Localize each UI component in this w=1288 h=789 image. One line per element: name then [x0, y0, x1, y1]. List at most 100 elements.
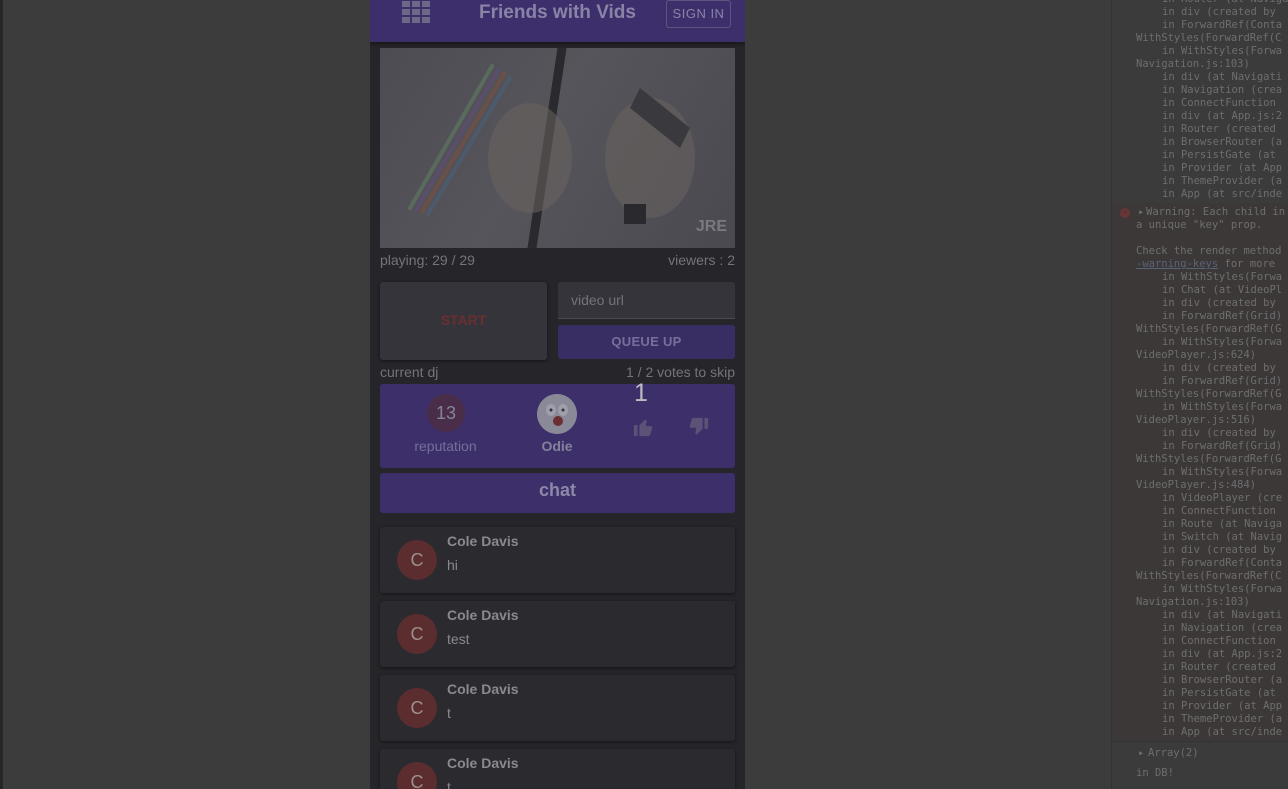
video-thumbnail: [408, 48, 695, 248]
console-stack-line: in BrowserRouter (a: [1162, 674, 1283, 686]
dj-avatar-image: [537, 394, 577, 434]
console-stack-line: in WithStyles(Forwa: [1162, 466, 1283, 478]
console-stack-line: in ThemeProvider (a: [1162, 713, 1283, 725]
console-stack-line: in ForwardRef(Grid): [1162, 440, 1283, 452]
video-url-input[interactable]: [558, 282, 735, 319]
reputation-label: reputation: [414, 438, 477, 454]
chat-message: C Cole Davis test: [380, 601, 735, 667]
console-stack-line: in App (at src/inde: [1162, 726, 1283, 738]
chat-header[interactable]: chat: [380, 473, 735, 513]
console-stack-line: in ThemeProvider (a: [1162, 175, 1283, 187]
chat-author: Cole Davis: [447, 533, 519, 549]
console-stack-line: in PersistGate (at: [1162, 687, 1276, 699]
chat-message: C Cole Davis t: [380, 749, 735, 789]
console-stack-line: in div (at Navigati: [1162, 609, 1283, 621]
chat-author: Cole Davis: [447, 607, 519, 623]
console-stack-line: in Route (at Naviga: [1162, 518, 1283, 530]
reputation-value: 13: [427, 394, 465, 432]
console-stack-line: in Provider (at App: [1162, 162, 1283, 174]
sign-in-button[interactable]: SIGN IN: [666, 0, 731, 28]
warning-text[interactable]: Warning: Each child in: [1146, 206, 1285, 218]
console-stack-line: in div (at App.js:2: [1162, 648, 1283, 660]
thumbs-up-icon[interactable]: [632, 417, 654, 442]
console-stack-line: WithStyles(ForwardRef(G: [1136, 323, 1282, 335]
console-stack-line: in VideoPlayer (cre: [1162, 492, 1283, 504]
votes-to-skip: 1 / 2 votes to skip: [626, 364, 735, 380]
console-divider: [1112, 741, 1288, 742]
warning-keys-rest: for more: [1218, 258, 1276, 270]
chat-text: test: [447, 631, 470, 647]
console-stack-line: in div (created by: [1162, 427, 1276, 439]
playing-count: playing: 29 / 29: [380, 252, 475, 268]
queue-up-button[interactable]: QUEUE UP: [558, 325, 735, 359]
thumbs-down-icon[interactable]: [688, 417, 710, 442]
console-stack-line: in Router (created: [1162, 661, 1276, 673]
console-stack-line: in BrowserRouter (a: [1162, 136, 1283, 148]
app-bar: Friends with Vids SIGN IN: [370, 0, 745, 42]
console-stack-line: WithStyles(ForwardRef(G: [1136, 453, 1282, 465]
console-stack-line: in Provider (at App: [1162, 700, 1283, 712]
console-stack-line: in WithStyles(Forwa: [1162, 401, 1283, 413]
console-stack-line: in ForwardRef(Grid): [1162, 310, 1283, 322]
console-stack-line: in PersistGate (at: [1162, 149, 1276, 161]
chat-message: C Cole Davis t: [380, 675, 735, 741]
chat-avatar: C: [397, 762, 437, 789]
start-button-label: START: [440, 312, 487, 328]
console-stack-line: in Navigation (crea: [1162, 84, 1283, 96]
current-dj-label: current dj: [380, 364, 439, 380]
dj-avatar: [537, 394, 577, 434]
devtools-console: in Router (at Navigatiin div (created by…: [1111, 0, 1288, 789]
dj-panel: 13 reputation Odie: [380, 384, 735, 468]
console-stack-line: in WithStyles(Forwa: [1162, 271, 1283, 283]
console-stack-line: WithStyles(ForwardRef(C: [1136, 32, 1282, 44]
video-watermark: JRE: [695, 218, 727, 235]
console-stack-line: WithStyles(ForwardRef(G: [1136, 388, 1282, 400]
console-stack-line: in ForwardRef(Conta: [1162, 557, 1283, 569]
video-player[interactable]: JRE: [380, 48, 735, 248]
chat-text: t: [447, 779, 451, 789]
console-stack-line: in Navigation (crea: [1162, 622, 1283, 634]
chat-avatar: C: [397, 540, 437, 580]
dj-name: Odie: [541, 438, 573, 454]
array-entry[interactable]: Array(2): [1148, 747, 1199, 759]
warning-keys-link[interactable]: -warning-keys: [1136, 258, 1218, 270]
console-stack-line: in ConnectFunction: [1162, 505, 1276, 517]
console-stack-line: in Switch (at Navig: [1162, 531, 1283, 543]
console-stack-line: in ForwardRef(Conta: [1162, 19, 1283, 31]
chat-avatar: C: [397, 688, 437, 728]
chat-text: t: [447, 705, 451, 721]
console-stack-line: in App (at src/inde: [1162, 188, 1283, 200]
warning-text: a unique "key" prop.: [1136, 219, 1263, 231]
chat-message: C Cole Davis hi: [380, 527, 735, 593]
console-stack-line: VideoPlayer.js:484): [1136, 479, 1257, 491]
console-stack-line: in div (created by: [1162, 6, 1276, 18]
console-stack-line: in Router (created: [1162, 123, 1276, 135]
console-stack-line: in div (created by: [1162, 362, 1276, 374]
console-stack-line: in ConnectFunction: [1162, 97, 1276, 109]
left-edge: [0, 0, 3, 789]
chat-author: Cole Davis: [447, 681, 519, 697]
warning-keys-line: -warning-keys for more: [1136, 258, 1275, 270]
chat-avatar: C: [397, 614, 437, 654]
console-stack-line: in div (at App.js:2: [1162, 110, 1283, 122]
console-stack-line: in div (created by: [1162, 544, 1276, 556]
chat-author: Cole Davis: [447, 755, 519, 771]
console-stack-line: in WithStyles(Forwa: [1162, 583, 1283, 595]
console-stack-line: WithStyles(ForwardRef(C: [1136, 570, 1282, 582]
left-pane: [0, 0, 370, 789]
start-button[interactable]: START: [380, 282, 547, 360]
console-stack-line: in ConnectFunction: [1162, 635, 1276, 647]
console-stack-line: in WithStyles(Forwa: [1162, 45, 1283, 57]
dj-avatar-dot: [553, 416, 563, 426]
console-stack-line: in WithStyles(Forwa: [1162, 336, 1283, 348]
viewer-count: viewers : 2: [668, 252, 735, 268]
console-stack-line: in div (at Navigati: [1162, 71, 1283, 83]
empty-pane: [745, 0, 1111, 789]
db-log: in DB!: [1136, 767, 1174, 779]
console-stack-line: Navigation.js:103): [1136, 596, 1250, 608]
console-stack-line: in ForwardRef(Grid): [1162, 375, 1283, 387]
app-window: Friends with Vids SIGN IN JRE playing: 2…: [370, 0, 745, 789]
console-stack-line: VideoPlayer.js:516): [1136, 414, 1257, 426]
warning-expand-icon[interactable]: ▸: [1138, 206, 1144, 218]
array-expand-icon[interactable]: ▸: [1138, 747, 1144, 759]
